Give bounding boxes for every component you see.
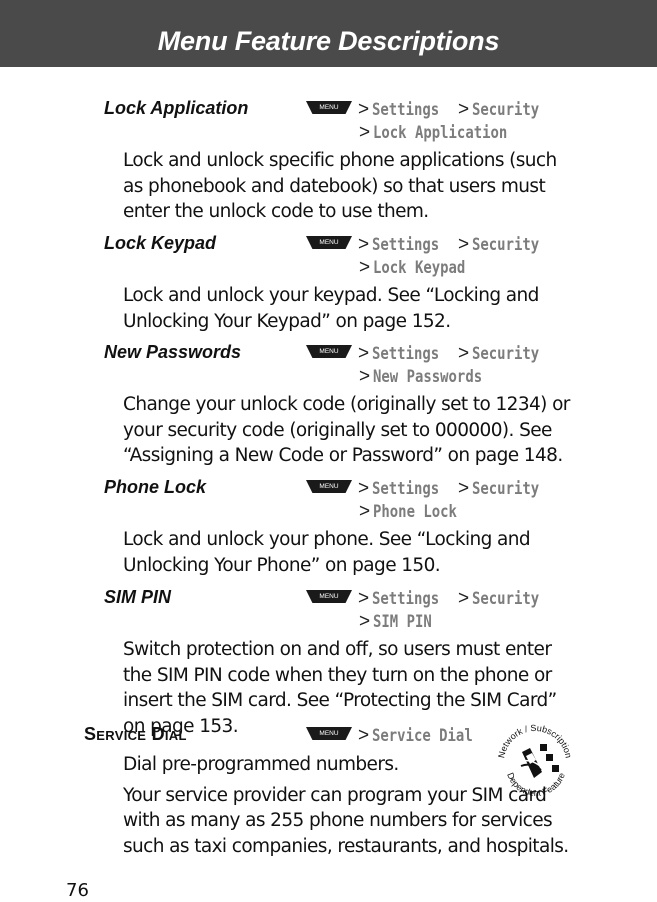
path-separator: > — [458, 99, 470, 120]
path-separator: > — [358, 99, 370, 120]
network-phone-icon: Network / Subscription Dependent Feature — [496, 723, 574, 798]
menu-key-icon: MENU — [306, 480, 352, 493]
section-name: Service Dial — [84, 724, 187, 744]
path-item: Security — [472, 100, 540, 120]
feature-description: Lock and unlock your phone. See “Locking… — [123, 527, 573, 578]
path-item: Settings — [372, 589, 440, 609]
feature-name: SIM PIN — [104, 587, 172, 607]
path-item: New Passwords — [373, 367, 483, 387]
page-title: Menu Feature Descriptions — [157, 26, 500, 56]
path-separator: > — [359, 611, 371, 632]
page-number: 76 — [66, 880, 89, 901]
path-item: Settings — [372, 100, 440, 120]
path-item: Lock Application — [373, 123, 508, 143]
feature-name: Lock Application — [104, 98, 249, 118]
menu-key-icon: MENU — [306, 236, 352, 249]
menu-path: MENU > Settings > Security > SIM PIN — [306, 587, 558, 633]
path-item: Phone Lock — [373, 502, 458, 522]
path-separator: > — [359, 122, 371, 143]
feature-name: Lock Keypad — [104, 233, 217, 253]
menu-path: MENU > Service Dial — [306, 724, 499, 747]
path-separator: > — [359, 257, 371, 278]
path-item: Security — [472, 344, 540, 364]
menu-path: MENU > Settings > Security > New Passwords — [306, 342, 558, 388]
description-paragraph: Change your unlock code (originally set … — [123, 394, 570, 466]
path-item: Settings — [372, 479, 440, 499]
path-separator: > — [358, 725, 370, 746]
path-item: Security — [472, 479, 540, 499]
path-item: Security — [472, 235, 540, 255]
feature-name: New Passwords — [104, 342, 242, 362]
feature-name: Phone Lock — [104, 477, 207, 497]
path-separator: > — [458, 588, 470, 609]
path-item: Settings — [372, 235, 440, 255]
path-separator: > — [358, 588, 370, 609]
menu-key-icon: MENU — [306, 345, 352, 358]
feature-description: Change your unlock code (originally set … — [123, 392, 573, 469]
description-paragraph: Lock and unlock your phone. See “Locking… — [123, 529, 531, 576]
description-paragraph: Lock and unlock specific phone applicati… — [123, 150, 557, 222]
path-item: SIM PIN — [373, 612, 432, 632]
path-item: Security — [472, 589, 540, 609]
path-item: Lock Keypad — [373, 258, 466, 278]
menu-path: MENU > Settings > Security > Lock Application — [306, 98, 558, 144]
path-separator: > — [458, 478, 470, 499]
description-paragraph: Lock and unlock your keypad. See “Lockin… — [123, 285, 539, 332]
feature-description: Lock and unlock your keypad. See “Lockin… — [123, 283, 573, 334]
network-dependent-feature-badge: Network / Subscription Dependent Feature — [494, 722, 576, 798]
badge-top-text: Network / Subscription — [496, 723, 574, 759]
path-item: Service Dial — [372, 726, 473, 746]
page-header: Menu Feature Descriptions — [0, 0, 657, 67]
path-separator: > — [358, 234, 370, 255]
path-separator: > — [458, 234, 470, 255]
phone-icon — [519, 744, 559, 778]
path-separator: > — [358, 343, 370, 364]
path-separator: > — [359, 366, 371, 387]
path-item: Settings — [372, 344, 440, 364]
menu-path: MENU > Settings > Security > Lock Keypad — [306, 233, 558, 279]
path-separator: > — [458, 343, 470, 364]
menu-key-icon: MENU — [306, 590, 352, 603]
feature-description: Lock and unlock specific phone applicati… — [123, 148, 573, 225]
menu-path: MENU > Settings > Security > Phone Lock — [306, 477, 558, 523]
menu-key-icon: MENU — [306, 727, 352, 740]
menu-key-icon: MENU — [306, 101, 352, 114]
path-separator: > — [359, 501, 371, 522]
path-separator: > — [358, 478, 370, 499]
